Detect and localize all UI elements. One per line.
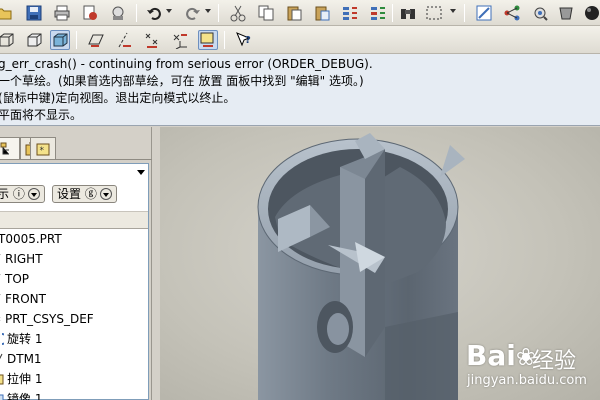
- favorites-icon: *: [36, 143, 50, 156]
- chevron-down-icon[interactable]: [137, 170, 145, 175]
- selection-dropdown[interactable]: [450, 9, 456, 13]
- model-tree: 示 ⓘ 设置 ⓖ T0005.PRT RIGHT TOP FRONT PRT_C…: [0, 163, 149, 400]
- message-line: 一个草绘。(如果首选内部草绘，可在 放置 面板中找到 "编辑" 选项。): [0, 74, 364, 88]
- datum-axis-icon[interactable]: [114, 30, 134, 50]
- datum-plane-icon: [0, 272, 2, 286]
- context-help-icon[interactable]: ?: [234, 30, 254, 50]
- tree-item-top[interactable]: TOP: [0, 269, 29, 289]
- message-line: g_err_crash() - continuing from serious …: [0, 57, 373, 71]
- paste-icon[interactable]: [284, 3, 304, 23]
- shaded-icon[interactable]: [50, 30, 70, 50]
- settings-icon[interactable]: [530, 3, 550, 23]
- watermark-brand: Bai❀: [466, 339, 536, 372]
- tree-item-revolve[interactable]: 旋转 1: [0, 329, 42, 349]
- tree-item-mirror[interactable]: 镜像 1: [0, 389, 42, 400]
- tree-item-part[interactable]: T0005.PRT: [0, 229, 62, 249]
- redo-dropdown[interactable]: [205, 9, 211, 13]
- find-list-icon[interactable]: [368, 3, 388, 23]
- navigator-panel: * 示 ⓘ 设置 ⓖ T0005.PRT RIGHT TOP FRONT PRT…: [0, 127, 152, 400]
- settings-button[interactable]: 设置 ⓖ: [52, 185, 117, 203]
- message-line: (鼠标中键)定向视图。退出定向模式以终止。: [0, 91, 236, 105]
- appearance-icon[interactable]: [556, 3, 576, 23]
- toolbar-separator: [136, 4, 137, 22]
- tree-item-dtm1[interactable]: DTM1: [0, 349, 42, 369]
- revolve-icon: [0, 332, 8, 346]
- hidden-line-icon[interactable]: [24, 30, 44, 50]
- watermark-brand-2: 经验: [532, 349, 577, 374]
- graphics-window[interactable]: Bai❀ 经验 jingyan.baidu.com: [160, 127, 600, 400]
- datum-plane-icon: [0, 252, 2, 266]
- undo-icon[interactable]: [144, 3, 164, 23]
- wireframe-icon[interactable]: [0, 30, 16, 50]
- main-toolbar: [0, 0, 600, 26]
- cut-icon[interactable]: [228, 3, 248, 23]
- datum-point-icon[interactable]: [142, 30, 162, 50]
- toolbar-separator: [464, 4, 465, 22]
- toolbar-separator: [218, 4, 219, 22]
- tree-item-front[interactable]: FRONT: [0, 289, 46, 309]
- csys-icon[interactable]: [170, 30, 190, 50]
- sphere-icon[interactable]: [582, 3, 600, 23]
- tree-icon: [0, 142, 9, 154]
- copy-icon[interactable]: [256, 3, 276, 23]
- measure-icon[interactable]: [474, 3, 494, 23]
- datum-plane-icon: [0, 352, 4, 366]
- tree-column-header: [0, 211, 148, 229]
- chevron-down-icon: [99, 188, 112, 200]
- tab-favorites[interactable]: *: [30, 137, 56, 159]
- svg-text:*: *: [40, 146, 45, 156]
- toolbar-separator: [224, 31, 225, 49]
- tree-item-extrude[interactable]: 拉伸 1: [0, 369, 42, 389]
- tab-divider: [0, 159, 152, 160]
- selection-box-icon[interactable]: [424, 3, 444, 23]
- csys-icon: [0, 312, 2, 326]
- binoculars-icon[interactable]: [398, 3, 418, 23]
- message-area: g_err_crash() - continuing from serious …: [0, 54, 600, 126]
- tree-header: [0, 164, 148, 182]
- paste-special-icon[interactable]: [312, 3, 332, 23]
- regenerate-icon[interactable]: [108, 3, 128, 23]
- toolbar-separator: [392, 4, 393, 22]
- datum-plane-icon[interactable]: [86, 30, 106, 50]
- view-toolbar: ?: [0, 26, 600, 54]
- annotation-icon[interactable]: [198, 30, 218, 50]
- open-icon[interactable]: [0, 3, 14, 23]
- mirror-icon: [0, 392, 4, 400]
- tab-model-tree[interactable]: [0, 137, 20, 159]
- regenerate-manager-icon[interactable]: [340, 3, 360, 23]
- save-icon[interactable]: [24, 3, 44, 23]
- toolbar-separator: [76, 31, 77, 49]
- message-line: 平面将不显示。: [0, 108, 83, 122]
- undo-dropdown[interactable]: [166, 9, 172, 13]
- sash[interactable]: [152, 127, 160, 400]
- datum-tree-icon[interactable]: [502, 3, 522, 23]
- send-mail-icon[interactable]: [80, 3, 100, 23]
- watermark-url: jingyan.baidu.com: [467, 373, 587, 388]
- tree-item-csys[interactable]: PRT_CSYS_DEF: [0, 309, 94, 329]
- tree-item-right[interactable]: RIGHT: [0, 249, 43, 269]
- extrude-icon: [0, 372, 4, 386]
- svg-text:?: ?: [245, 35, 251, 46]
- show-button[interactable]: 示 ⓘ: [0, 185, 45, 203]
- print-icon[interactable]: [52, 3, 72, 23]
- chevron-down-icon: [27, 188, 40, 200]
- redo-icon[interactable]: [183, 3, 203, 23]
- datum-plane-icon: [0, 292, 2, 306]
